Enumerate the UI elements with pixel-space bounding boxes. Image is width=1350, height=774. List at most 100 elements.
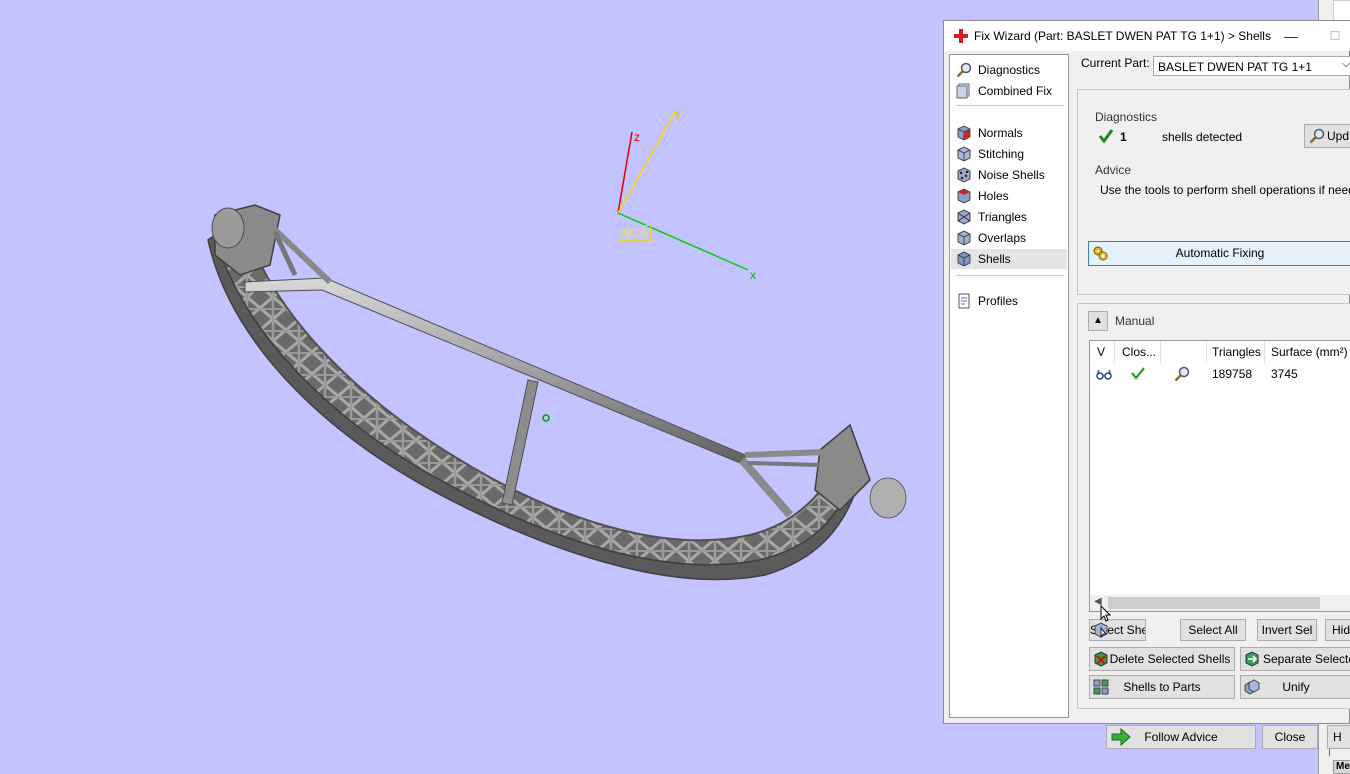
delete-selected-shells-button[interactable]: Delete Selected Shells — [1089, 647, 1235, 671]
maximize-button[interactable]: ☐ — [1323, 25, 1347, 47]
visibility-glasses-icon[interactable] — [1096, 367, 1112, 381]
invert-selection-label: Invert Sel — [1261, 623, 1313, 637]
scrollbar-thumb[interactable] — [1108, 597, 1320, 609]
help-button[interactable]: H — [1327, 725, 1350, 749]
triangles-value: 189758 — [1212, 367, 1253, 381]
zoom-to-shell-icon[interactable] — [1174, 366, 1190, 382]
invert-selection-button[interactable]: Invert Sel — [1257, 619, 1317, 641]
noise-shells-icon — [957, 167, 971, 183]
nav-label: Normals — [978, 126, 1023, 140]
stitching-icon — [957, 146, 971, 162]
part-model — [207, 204, 907, 581]
shells-to-parts-label: Shells to Parts — [1123, 680, 1201, 694]
z-axis-label: z — [634, 130, 640, 144]
checkmark-icon — [1131, 367, 1145, 380]
nav-item-shells[interactable]: Shells — [951, 249, 1067, 269]
separate-selected-label: Separate Selected — [1263, 652, 1350, 666]
diagnostics-advice-group: Diagnostics 1 shells detected Upd Advice… — [1077, 89, 1350, 295]
shells-to-parts-icon — [1093, 679, 1109, 695]
collapse-manual-button[interactable]: ▲ — [1088, 311, 1108, 331]
wcs-label: WCS — [617, 225, 651, 241]
delete-shells-icon — [1094, 651, 1108, 667]
shells-panel: Current Part: BASLET DWEN PAT TG 1+1 ⌵ D… — [1075, 51, 1350, 749]
nav-item-normals[interactable]: Normals — [951, 123, 1067, 143]
column-divider — [1160, 341, 1161, 363]
background-window-strip — [1333, 0, 1350, 22]
window-title: Fix Wizard (Part: BASLET DWEN PAT TG 1+1… — [974, 29, 1271, 43]
update-button-label: Upd — [1327, 129, 1350, 143]
update-button[interactable]: Upd — [1304, 124, 1350, 148]
nav-label: Diagnostics — [978, 63, 1041, 77]
nav-label: Stitching — [978, 147, 1025, 161]
nav-label: Shells — [978, 252, 1011, 266]
column-divider — [1264, 341, 1265, 363]
select-all-button[interactable]: Select All — [1180, 619, 1246, 641]
nav-item-diagnostics[interactable]: Diagnostics — [951, 60, 1067, 80]
column-header-triangles[interactable]: Triangles — [1212, 345, 1261, 359]
nav-item-noise-shells[interactable]: Noise Shells — [951, 165, 1067, 185]
hide-label: Hide — [1332, 623, 1350, 637]
column-divider — [1114, 341, 1115, 363]
diagnostics-count: 1 — [1120, 130, 1127, 144]
advice-title: Advice — [1095, 163, 1132, 177]
magnifier-icon — [956, 62, 972, 78]
shells-to-parts-button[interactable]: Shells to Parts — [1089, 675, 1235, 699]
column-header-closed[interactable]: Clos... — [1122, 345, 1156, 359]
shells-icon — [957, 251, 971, 267]
nav-item-triangles[interactable]: Triangles — [951, 207, 1067, 227]
column-header-surface[interactable]: Surface (mm²) — [1271, 345, 1348, 359]
title-bar[interactable]: Fix Wizard (Part: BASLET DWEN PAT TG 1+1… — [944, 21, 1350, 51]
overlaps-icon — [957, 230, 971, 246]
column-divider — [1206, 341, 1207, 363]
nav-item-profiles[interactable]: Profiles — [951, 291, 1067, 311]
current-part-value: BASLET DWEN PAT TG 1+1 — [1158, 60, 1312, 74]
separate-selected-button[interactable]: Separate Selected — [1240, 647, 1350, 671]
diagnostics-title: Diagnostics — [1095, 110, 1158, 124]
follow-advice-button[interactable]: Follow Advice — [1106, 725, 1256, 749]
nav-item-stitching[interactable]: Stitching — [951, 144, 1067, 164]
current-part-select[interactable]: BASLET DWEN PAT TG 1+1 ⌵ — [1153, 56, 1350, 76]
column-header-visible[interactable]: V — [1097, 345, 1105, 359]
nav-separator — [956, 105, 1064, 106]
nav-separator — [956, 275, 1064, 276]
close-label: Close — [1274, 730, 1306, 744]
nav-label: Noise Shells — [978, 168, 1045, 182]
table-row[interactable]: 189758 3745 — [1090, 363, 1350, 385]
automatic-fixing-label: Automatic Fixing — [1175, 246, 1265, 260]
combined-fix-icon — [956, 83, 970, 99]
delete-selected-label: Delete Selected Shells — [1109, 652, 1231, 666]
shells-table[interactable]: V Clos... Triangles Surface (mm²) 189758… — [1089, 340, 1350, 612]
holes-icon — [957, 188, 971, 204]
select-shells-icon — [1094, 622, 1108, 638]
background-window-tab[interactable]: Me — [1333, 760, 1350, 774]
triangles-icon — [957, 209, 971, 225]
current-part-label: Current Part: — [1081, 56, 1150, 70]
horizontal-scrollbar[interactable]: ◀ — [1090, 595, 1350, 611]
automatic-fixing-button[interactable]: Automatic Fixing — [1088, 241, 1350, 266]
nav-item-holes[interactable]: Holes — [951, 186, 1067, 206]
surface-value: 3745 — [1271, 367, 1298, 381]
diagnostics-text: shells detected — [1162, 130, 1243, 144]
manual-title: Manual — [1115, 314, 1155, 328]
nav-label: Profiles — [978, 294, 1019, 308]
gears-icon — [1093, 246, 1108, 261]
normals-icon — [957, 125, 971, 141]
advice-text: Use the tools to perform shell operation… — [1100, 183, 1350, 197]
select-shells-button[interactable]: Select Shells — [1089, 619, 1146, 641]
nav-label: Holes — [978, 189, 1009, 203]
close-button[interactable]: Close — [1262, 725, 1318, 749]
chevron-up-icon: ▲ — [1093, 315, 1103, 326]
red-cross-app-icon — [954, 29, 968, 43]
nav-item-overlaps[interactable]: Overlaps — [951, 228, 1067, 248]
fix-wizard-dialog: Fix Wizard (Part: BASLET DWEN PAT TG 1+1… — [943, 20, 1350, 749]
green-arrow-icon — [1111, 728, 1131, 746]
magnifier-icon — [1309, 128, 1325, 144]
nav-label: Overlaps — [978, 231, 1027, 245]
hide-button[interactable]: Hide — [1325, 619, 1350, 641]
nav-item-combined-fix[interactable]: Combined Fix — [951, 81, 1067, 101]
checkmark-icon — [1098, 129, 1114, 144]
separate-shells-icon — [1245, 651, 1259, 667]
minimize-button[interactable]: — — [1279, 25, 1303, 47]
unify-button[interactable]: Unify — [1240, 675, 1350, 699]
nav-label: Triangles — [978, 210, 1027, 224]
